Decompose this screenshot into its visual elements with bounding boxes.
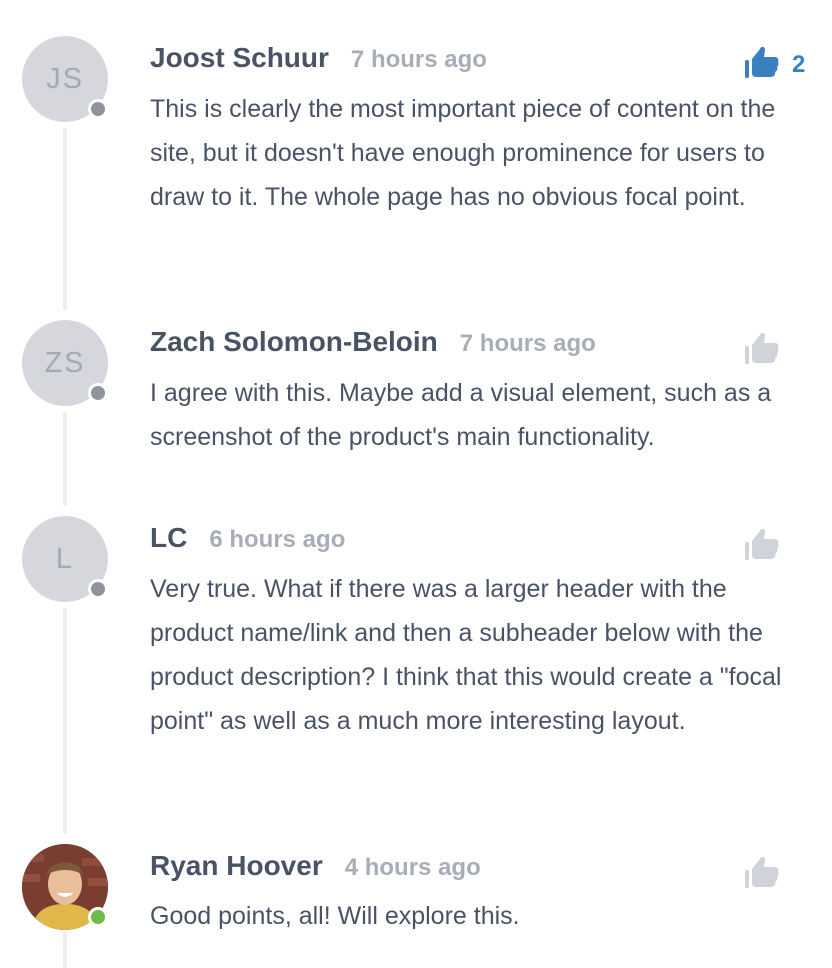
- comment: Ryan Hoover 4 hours ago Good points, all…: [0, 0, 832, 968]
- comment-meta: Ryan Hoover 4 hours ago: [150, 850, 481, 882]
- comment-timestamp[interactable]: 4 hours ago: [345, 854, 481, 882]
- thread-line: [63, 932, 67, 968]
- comment-body: Good points, all! Will explore this.: [150, 902, 520, 930]
- comment-author[interactable]: Ryan Hoover: [150, 850, 323, 882]
- upvote-button[interactable]: [744, 854, 780, 895]
- presence-indicator: [88, 907, 108, 927]
- comment-thread: JS Joost Schuur 7 hours ago 2 This is cl…: [0, 0, 832, 968]
- thumbs-up-icon: [744, 854, 780, 895]
